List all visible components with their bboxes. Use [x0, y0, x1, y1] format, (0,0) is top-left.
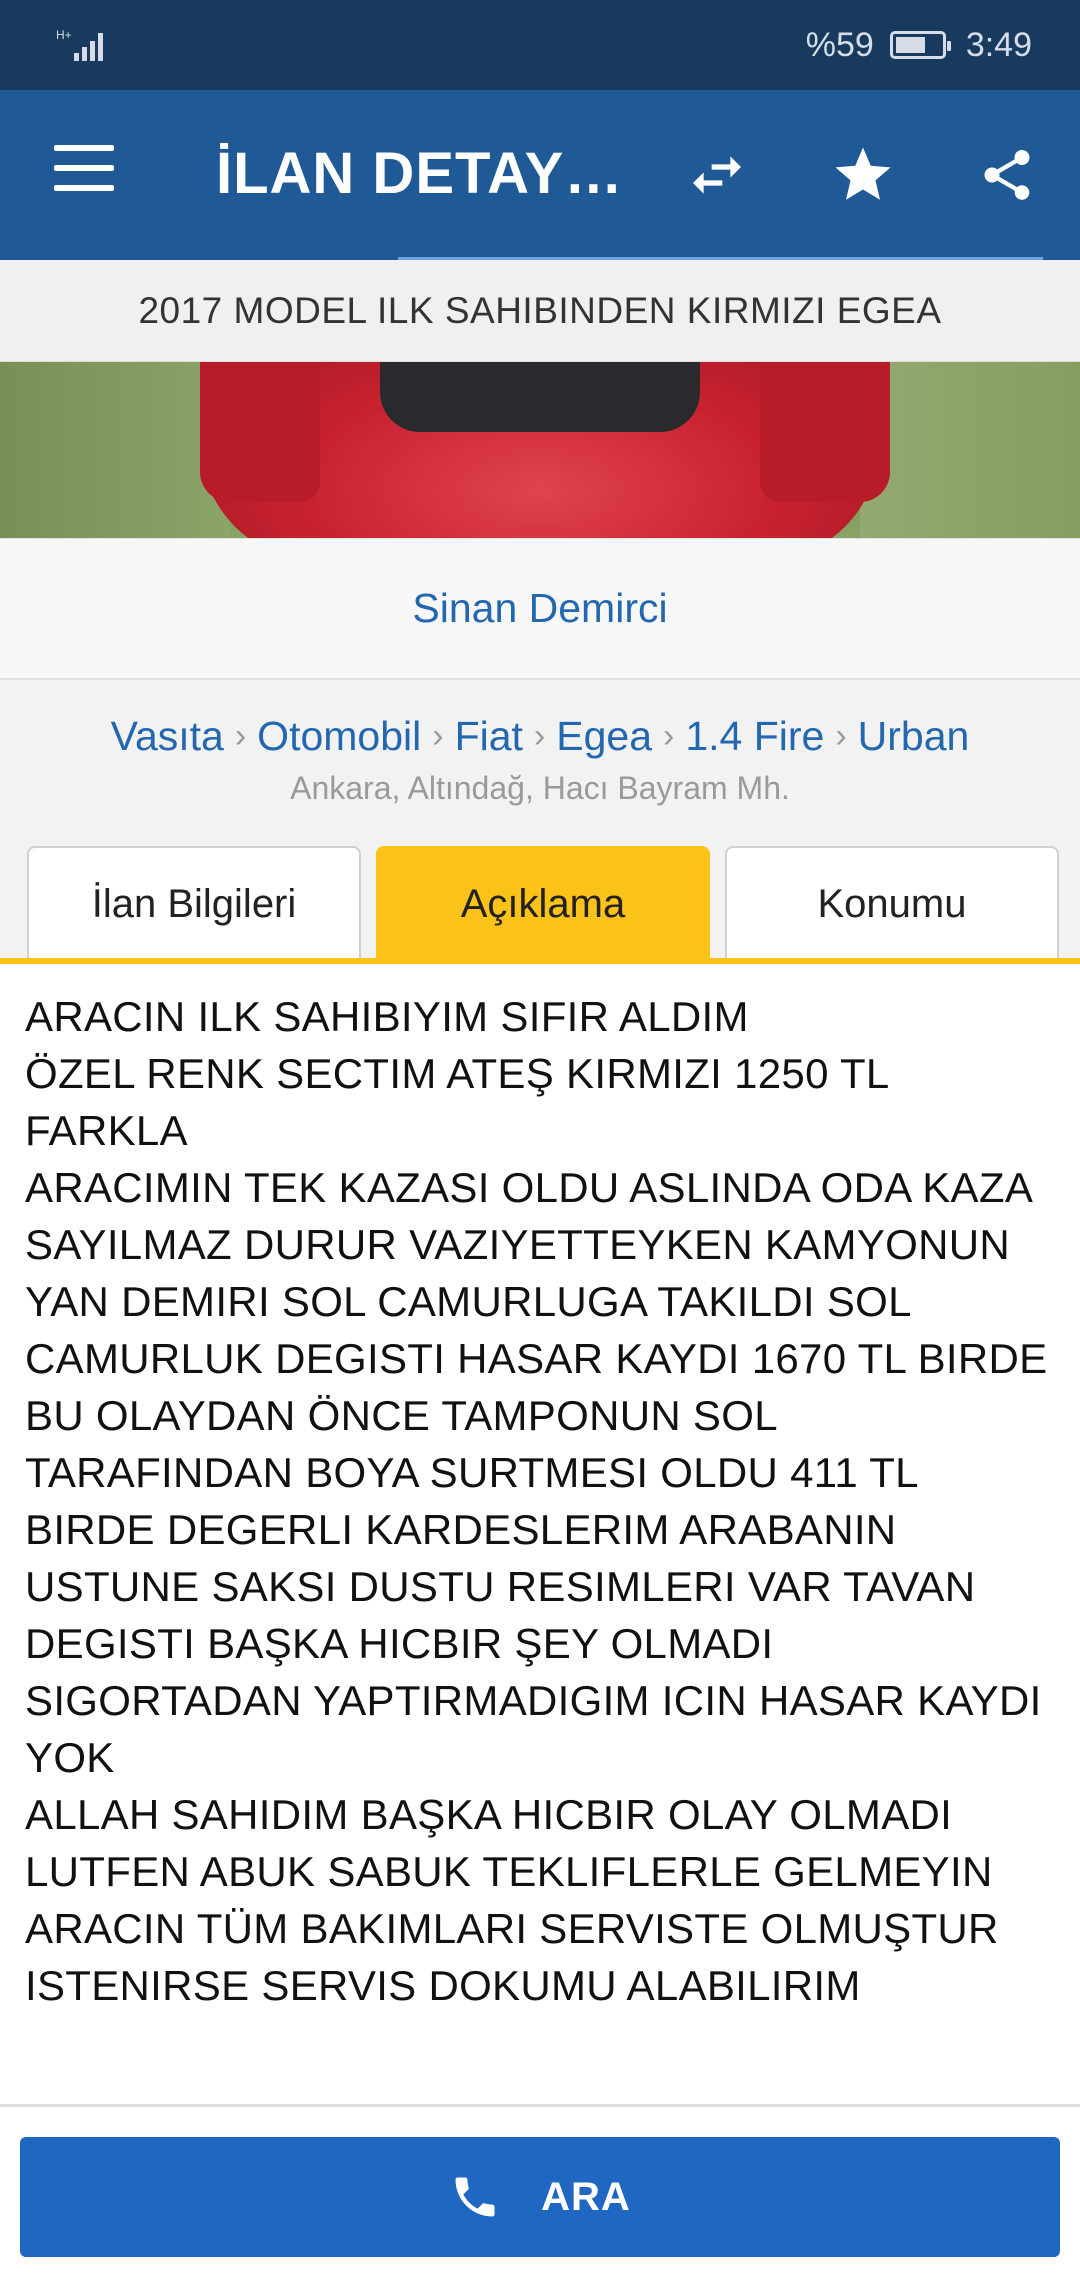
breadcrumb-item-trim[interactable]: Urban	[858, 713, 970, 760]
call-button-label: ARA	[541, 2174, 631, 2219]
description-line: ÖZEL RENK SECTIM ATEŞ KIRMIZI 1250 TL FA…	[25, 1050, 888, 1154]
description-line: ISTENIRSE SERVIS DOKUMU ALABILIRIM	[25, 1962, 861, 2009]
breadcrumb-item-egea[interactable]: Egea	[556, 713, 652, 760]
menu-icon[interactable]	[54, 145, 114, 205]
description-line: ARACIN ILK SAHIBIYIM SIFIR ALDIM	[25, 993, 749, 1040]
battery-icon	[889, 31, 951, 59]
description-line: LUTFEN ABUK SABUK TEKLIFLERLE GELMEYIN	[25, 1848, 993, 1895]
description-line: BIRDE DEGERLI KARDESLERIM ARABANIN USTUN…	[25, 1506, 1042, 1781]
breadcrumb-separator: ›	[234, 716, 247, 755]
compare-arrows-icon[interactable]	[672, 130, 762, 220]
breadcrumb-separator: ›	[663, 716, 675, 755]
call-button[interactable]: ARA	[20, 2137, 1060, 2257]
location-text: Ankara, Altındağ, Hacı Bayram Mh.	[290, 770, 790, 806]
car-photo[interactable]	[0, 362, 1080, 538]
detail-tabs: İlan Bilgileri Açıklama Konumu	[0, 846, 1080, 960]
status-bar: H+ %59 3:49	[0, 0, 1080, 90]
star-icon[interactable]	[818, 130, 908, 220]
breadcrumb: Vasıta › Otomobil › Fiat › Egea › 1.4 Fi…	[0, 706, 1080, 766]
breadcrumb-separator: ›	[835, 716, 847, 755]
breadcrumb-separator: ›	[432, 716, 444, 755]
seller-name[interactable]: Sinan Demirci	[0, 538, 1080, 680]
breadcrumb-item-vasita[interactable]: Vasıta	[111, 713, 224, 760]
phone-icon	[449, 2171, 501, 2223]
share-icon[interactable]	[962, 130, 1052, 220]
breadcrumb-item-fiat[interactable]: Fiat	[455, 713, 523, 760]
description-line: ALLAH SAHIDIM BAŞKA HICBIR OLAY OLMADI	[25, 1791, 953, 1838]
description-panel: ARACIN ILK SAHIBIYIM SIFIR ALDIM ÖZEL RE…	[0, 964, 1080, 2104]
signal-icon: H+	[56, 28, 103, 61]
tab-konumu[interactable]: Konumu	[725, 846, 1059, 960]
tab-ilan-bilgileri[interactable]: İlan Bilgileri	[27, 846, 361, 960]
description-line: ARACIN TÜM BAKIMLARI SERVISTE OLMUŞTUR	[25, 1905, 999, 1952]
signal-indicator: H+	[54, 25, 114, 65]
network-type-label: H+	[56, 28, 72, 42]
bottom-action-bar: ARA	[0, 2104, 1080, 2280]
page-title: İLAN DETAYL...	[216, 141, 626, 206]
ad-title: 2017 MODEL ILK SAHIBINDEN KIRMIZI EGEA	[0, 260, 1080, 362]
breadcrumb-item-engine[interactable]: 1.4 Fire	[685, 713, 824, 760]
tab-aciklama[interactable]: Açıklama	[376, 846, 710, 960]
breadcrumb-item-otomobil[interactable]: Otomobil	[257, 713, 421, 760]
description-line: ARACIMIN TEK KAZASI OLDU ASLINDA ODA KAZ…	[25, 1164, 1048, 1496]
clock: 3:49	[965, 25, 1032, 64]
battery-percent: %59	[805, 25, 874, 64]
breadcrumb-separator: ›	[533, 716, 546, 755]
app-bar: İLAN DETAYL...	[0, 90, 1080, 262]
